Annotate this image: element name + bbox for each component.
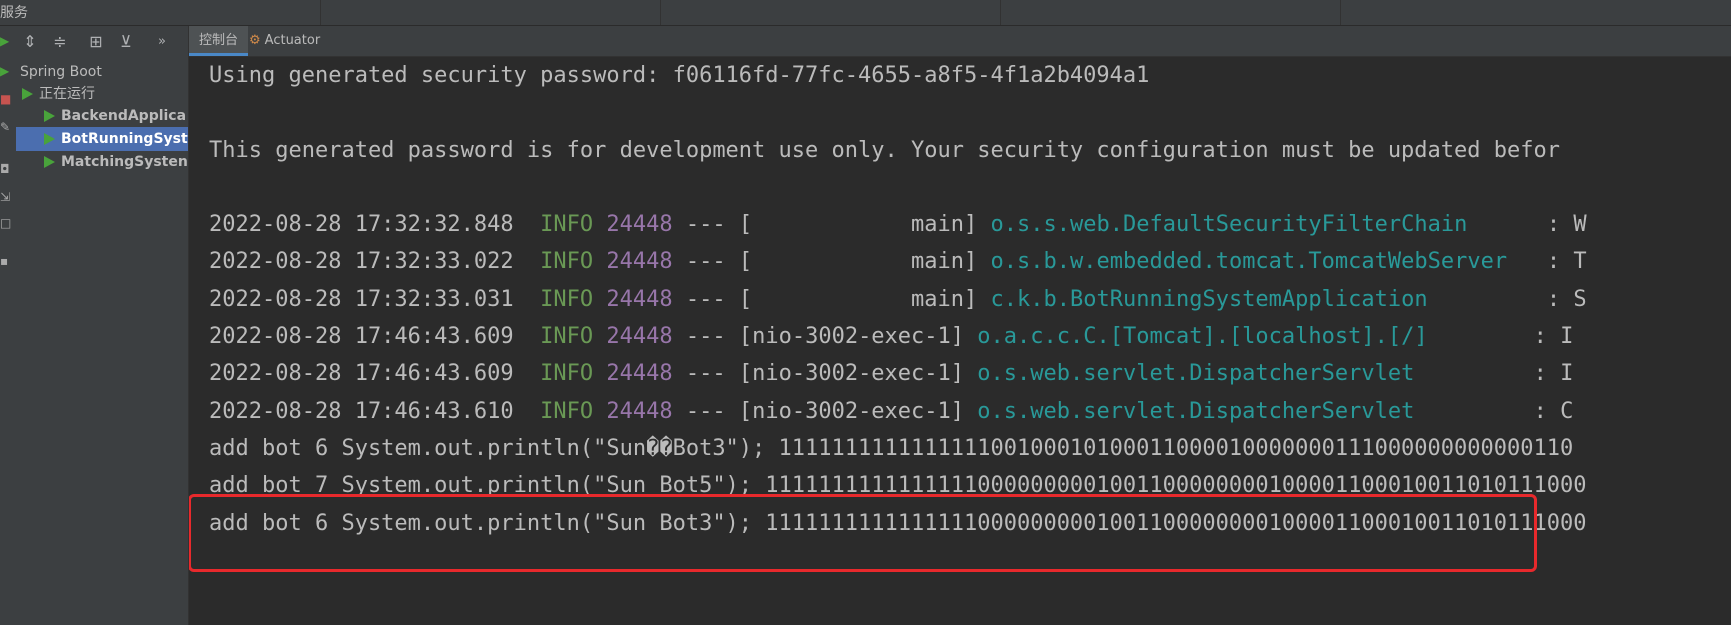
- tree-root-spring-boot[interactable]: Spring Boot: [16, 60, 192, 84]
- log-line: 2022-08-28 17:46:43.609 INFO 24448 --- […: [209, 355, 1573, 393]
- highlight-annotation-box: [189, 494, 1537, 572]
- log-level: INFO: [540, 212, 594, 237]
- log-logger[interactable]: o.s.b.w.embedded.tomcat.TomcatWebServer: [991, 249, 1534, 274]
- log-thread: [nio-3002-exec-1]: [738, 324, 965, 349]
- log-thread: [ main]: [738, 249, 978, 274]
- log-timestamp: 2022-08-28 17:46:43.609: [209, 361, 514, 386]
- rerun-icon[interactable]: ▶: [0, 64, 12, 78]
- log-sep: ---: [685, 212, 726, 237]
- more-icon[interactable]: »: [152, 32, 172, 52]
- log-level: INFO: [540, 361, 594, 386]
- log-pid: 24448: [606, 399, 673, 424]
- log-timestamp: 2022-08-28 17:32:33.031: [209, 287, 514, 312]
- log-sep: ---: [685, 287, 726, 312]
- divider: [320, 0, 321, 25]
- tree-item-matching[interactable]: MatchingSysten: [16, 150, 216, 174]
- log-message: : W: [1546, 212, 1587, 237]
- log-thread: [nio-3002-exec-1]: [738, 399, 965, 424]
- tree-item-backend[interactable]: BackendApplica: [16, 104, 216, 128]
- log-level: INFO: [540, 249, 594, 274]
- log-message: : I: [1533, 324, 1574, 349]
- console-output[interactable]: Using generated security password: f0611…: [189, 57, 1731, 625]
- group-icon[interactable]: ⊞: [86, 32, 106, 52]
- expand-all-icon[interactable]: ⇕: [20, 32, 40, 52]
- divider: [660, 0, 661, 25]
- title-bar: 服务: [0, 0, 1731, 26]
- log-thread: [ main]: [738, 287, 978, 312]
- tree-group-label: 正在运行: [39, 86, 95, 102]
- log-level: INFO: [540, 287, 594, 312]
- window-title: 服务: [0, 5, 28, 21]
- log-line: 2022-08-28 17:32:33.022 INFO 24448 --- […: [209, 243, 1587, 281]
- run-triangle-icon: [44, 110, 55, 122]
- log-sep: ---: [685, 324, 726, 349]
- log-logger[interactable]: c.k.b.BotRunningSystemApplication: [991, 287, 1534, 312]
- log-logger[interactable]: o.s.web.servlet.DispatcherServlet: [977, 399, 1520, 424]
- run-icon[interactable]: ▶: [0, 34, 12, 48]
- log-sep: ---: [685, 249, 726, 274]
- log-timestamp: 2022-08-28 17:46:43.609: [209, 324, 514, 349]
- log-pid: 24448: [606, 361, 673, 386]
- log-sep: ---: [685, 361, 726, 386]
- tree-item-label: BackendApplica: [61, 108, 187, 124]
- actuator-icon: ⚙: [249, 33, 261, 48]
- log-pid: 24448: [606, 324, 673, 349]
- side-toolstrip: ▶ ▶ ■ ✎ ◘ ⇲ □ ▪: [0, 26, 17, 625]
- console-tabs: 控制台 ⚙ Actuator: [189, 26, 1731, 57]
- console-panel: 控制台 ⚙ Actuator Using generated security p…: [188, 26, 1731, 625]
- log-logger[interactable]: o.a.c.c.C.[Tomcat].[localhost].[/]: [977, 324, 1520, 349]
- log-timestamp: 2022-08-28 17:32:32.848: [209, 212, 514, 237]
- log-logger[interactable]: o.s.web.servlet.DispatcherServlet: [977, 361, 1520, 386]
- pin-icon[interactable]: ▪: [0, 254, 12, 268]
- run-triangle-icon: [44, 133, 55, 145]
- divider: [1000, 0, 1001, 25]
- log-level: INFO: [540, 399, 594, 424]
- warning-line: This generated password is for developme…: [209, 138, 1561, 163]
- settings-icon[interactable]: ✎: [0, 120, 12, 134]
- bot-output-line: add bot 6 System.out.println("Sun��Bot3"…: [209, 436, 1574, 461]
- tab-actuator[interactable]: ⚙ Actuator: [239, 26, 330, 56]
- log-message: : S: [1546, 287, 1587, 312]
- tree-item-label: BotRunningSyst: [61, 131, 188, 147]
- tree-group-running[interactable]: 正在运行: [16, 82, 194, 106]
- log-message: : I: [1533, 361, 1574, 386]
- log-timestamp: 2022-08-28 17:32:33.022: [209, 249, 514, 274]
- log-pid: 24448: [606, 212, 673, 237]
- log-line: 2022-08-28 17:32:32.848 INFO 24448 --- […: [209, 206, 1587, 244]
- log-line: 2022-08-28 17:46:43.609 INFO 24448 --- […: [209, 318, 1573, 356]
- layout-icon[interactable]: □: [0, 216, 12, 230]
- export-icon[interactable]: ⇲: [0, 190, 12, 204]
- stop-icon[interactable]: ■: [0, 92, 12, 106]
- camera-icon[interactable]: ◘: [0, 162, 12, 176]
- collapse-all-icon[interactable]: ≑: [50, 32, 70, 52]
- run-triangle-icon: [22, 88, 33, 100]
- log-pid: 24448: [606, 287, 673, 312]
- log-pid: 24448: [606, 249, 673, 274]
- log-line: 2022-08-28 17:46:43.610 INFO 24448 --- […: [209, 393, 1573, 431]
- log-thread: [ main]: [738, 212, 978, 237]
- log-logger[interactable]: o.s.s.web.DefaultSecurityFilterChain: [991, 212, 1534, 237]
- tree-item-label: MatchingSysten: [61, 154, 188, 170]
- log-message: : T: [1546, 249, 1587, 274]
- log-thread: [nio-3002-exec-1]: [738, 361, 965, 386]
- tree-root-label: Spring Boot: [20, 64, 102, 80]
- log-sep: ---: [685, 399, 726, 424]
- filter-icon[interactable]: ⊻: [116, 32, 136, 52]
- services-panel: ⇕ ≑ ⊞ ⊻ » Spring Boot 正在运行 BackendApplic…: [16, 26, 216, 625]
- divider: [1340, 0, 1341, 25]
- services-toolbar: ⇕ ≑ ⊞ ⊻ »: [16, 26, 188, 58]
- tree-item-botrunning[interactable]: BotRunningSyst: [16, 127, 216, 151]
- tab-label: Actuator: [264, 33, 321, 48]
- log-message: : C: [1533, 399, 1574, 424]
- security-password-line: Using generated security password: f0611…: [209, 63, 1150, 88]
- tab-label: 控制台: [199, 33, 239, 48]
- run-triangle-icon: [44, 156, 55, 168]
- log-line: 2022-08-28 17:32:33.031 INFO 24448 --- […: [209, 281, 1587, 319]
- log-level: INFO: [540, 324, 594, 349]
- log-timestamp: 2022-08-28 17:46:43.610: [209, 399, 514, 424]
